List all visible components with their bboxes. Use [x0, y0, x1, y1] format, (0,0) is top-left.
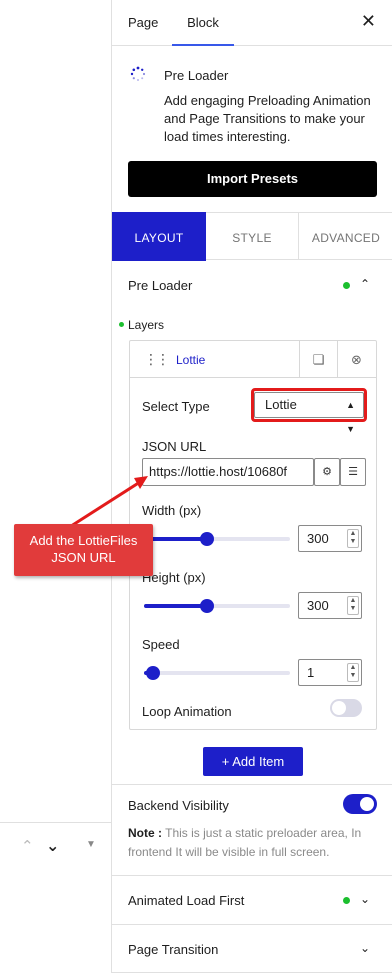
width-slider[interactable]	[144, 532, 290, 546]
settings-tabs: LAYOUT STYLE ADVANCED	[112, 212, 392, 261]
block-description: Add engaging Preloading Animation and Pa…	[164, 93, 371, 144]
tab-layout[interactable]: LAYOUT	[112, 212, 206, 261]
slider-thumb[interactable]	[146, 666, 160, 680]
slider-thumb[interactable]	[200, 532, 214, 546]
pre-loader-section-header[interactable]: Pre Loader ⌃	[112, 261, 392, 311]
tab-page[interactable]: Page	[128, 0, 158, 46]
editor-canvas: ⌃ ⌄ ▼	[0, 0, 112, 973]
layer-item: ⋮⋮ Lottie ❏ ⊗ Select Type Lottie ▲ ▼ JSON…	[129, 340, 377, 730]
layer-name: Lottie	[176, 353, 206, 367]
height-value: 300	[307, 598, 329, 613]
annotation-callout: Add the LottieFiles JSON URL	[14, 524, 153, 576]
more-options-icon[interactable]: ▼	[86, 839, 96, 850]
json-url-input[interactable]: https://lottie.host/10680f	[142, 458, 314, 486]
divider	[112, 784, 392, 785]
tab-block[interactable]: Block	[172, 0, 234, 46]
animated-load-first-section-header[interactable]: Animated Load First ⌄	[112, 876, 392, 926]
block-settings-sidebar: Page Block ✕ Pre Loader Add engaging Pre…	[111, 0, 392, 973]
width-label: Width (px)	[142, 503, 202, 518]
duplicate-icon[interactable]: ❏	[299, 341, 337, 378]
width-number-input[interactable]: 300 ▲ ▼	[298, 525, 362, 552]
page-transition-section-header[interactable]: Page Transition ⌄	[112, 925, 392, 973]
height-number-input[interactable]: 300 ▲ ▼	[298, 592, 362, 619]
block-mover-controls: ⌃ ⌄ ▼	[0, 822, 112, 870]
stepper-icon[interactable]: ▲ ▼	[347, 529, 359, 548]
backend-visibility-label: Backend Visibility	[128, 798, 229, 813]
speed-number-input[interactable]: 1 ▲ ▼	[298, 659, 362, 686]
loader-dots-icon	[130, 66, 146, 81]
backend-visibility-note: Note : This is just a static preloader a…	[128, 826, 362, 859]
highlight-box	[251, 388, 367, 422]
speed-slider[interactable]	[144, 666, 290, 680]
layers-label: Layers	[128, 318, 165, 332]
backend-visibility-toggle[interactable]	[343, 794, 377, 814]
loop-animation-toggle[interactable]	[330, 699, 362, 717]
status-dot	[119, 322, 124, 327]
stepper-icon[interactable]: ▲ ▼	[347, 596, 359, 615]
width-value: 300	[307, 531, 329, 546]
add-item-button[interactable]: + Add Item	[203, 747, 303, 776]
database-icon[interactable]: ☰	[340, 458, 366, 486]
block-title: Pre Loader	[164, 68, 229, 83]
remove-icon[interactable]: ⊗	[337, 341, 375, 378]
json-url-label: JSON URL	[142, 439, 207, 454]
section-title: Pre Loader	[128, 278, 193, 293]
stepper-icon[interactable]: ▲ ▼	[347, 663, 359, 682]
status-dot	[343, 282, 350, 289]
move-down-icon[interactable]: ⌄	[46, 836, 59, 856]
move-up-icon[interactable]: ⌃	[21, 837, 34, 855]
tab-advanced[interactable]: ADVANCED	[299, 212, 392, 260]
chevron-down-icon[interactable]: ⌄	[360, 892, 370, 906]
loop-animation-label: Loop Animation	[142, 704, 232, 719]
chevron-down-icon[interactable]: ⌄	[360, 941, 370, 955]
speed-value: 1	[307, 665, 315, 680]
close-icon[interactable]: ✕	[361, 11, 376, 32]
drag-handle-icon[interactable]: ⋮⋮	[144, 351, 170, 368]
section-title: Page Transition	[128, 942, 219, 957]
tab-style[interactable]: STYLE	[206, 212, 299, 260]
speed-label: Speed	[142, 637, 180, 652]
height-slider[interactable]	[144, 599, 290, 613]
dynamic-tags-icon[interactable]: ⚙	[314, 458, 340, 486]
select-type-label: Select Type	[142, 399, 210, 414]
section-title: Animated Load First	[128, 893, 245, 908]
chevron-up-icon[interactable]: ⌃	[360, 277, 370, 291]
layer-item-header[interactable]: ⋮⋮ Lottie ❏ ⊗	[130, 341, 376, 378]
slider-thumb[interactable]	[200, 599, 214, 613]
status-dot	[343, 897, 350, 904]
import-presets-button[interactable]: Import Presets	[128, 161, 377, 197]
sidebar-tabs: Page Block ✕	[112, 0, 392, 46]
